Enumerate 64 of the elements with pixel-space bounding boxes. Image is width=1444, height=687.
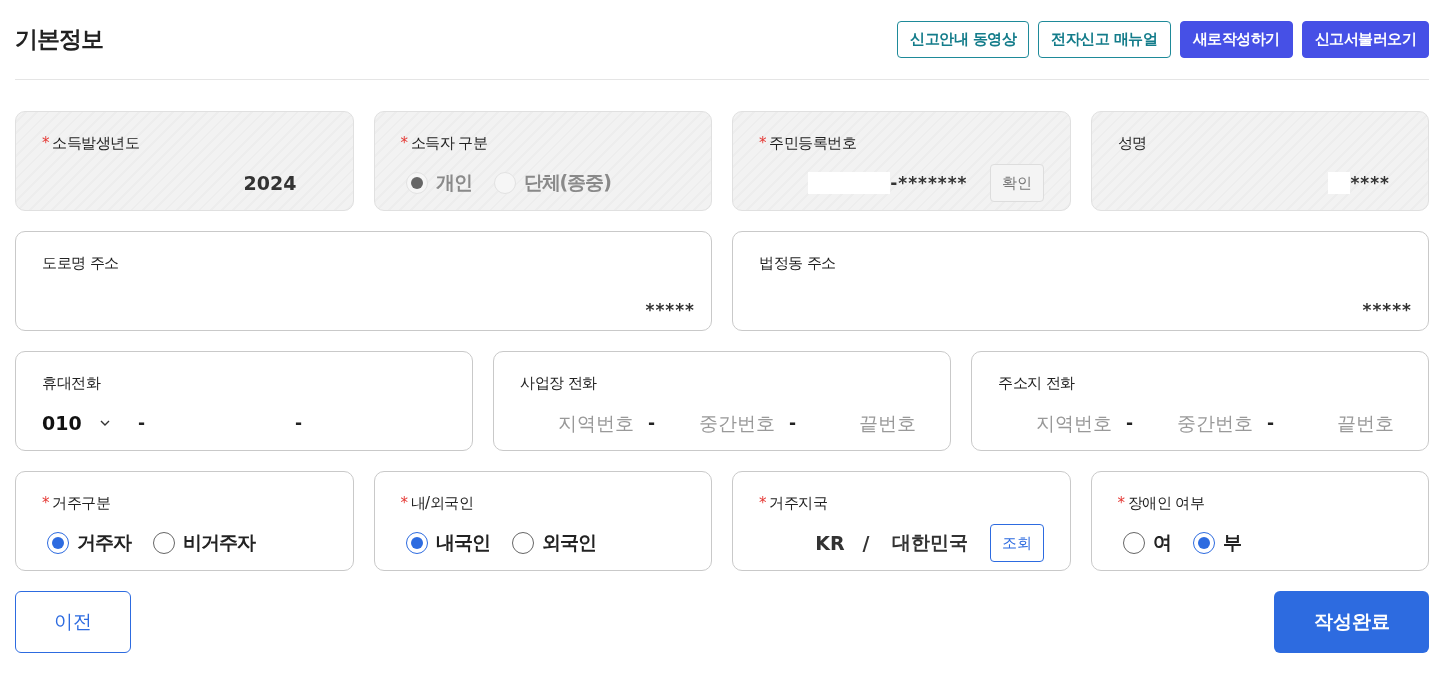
radio-label: 거주자 (77, 530, 131, 555)
field-label: 주민등록번호 (769, 133, 856, 153)
separator: - (294, 413, 304, 433)
country-name: 대한민국 (891, 530, 968, 555)
radio-button[interactable] (405, 532, 428, 554)
required-mark: * (759, 134, 766, 152)
field-value: 2024 (243, 172, 297, 194)
country-code: KR (815, 532, 845, 554)
required-mark: * (400, 134, 408, 152)
radio-button[interactable] (511, 532, 534, 554)
field-label: 내/외국인 (410, 493, 474, 513)
header-button[interactable]: 새로작성하기 (1179, 21, 1293, 58)
radio-label: 외국인 (541, 530, 596, 555)
phone-input[interactable]: 지역번호 (998, 412, 1120, 434)
previous-button[interactable]: 이전 (15, 591, 131, 653)
radio-label: 단체(종중) (523, 170, 611, 195)
radio-button[interactable] (1122, 532, 1145, 554)
phone-input[interactable]: 끝번호 (802, 412, 924, 434)
header-button[interactable]: 전자신고 매뉴얼 (1038, 21, 1171, 58)
field-label: 거주구분 (52, 493, 110, 513)
separator: - (1124, 413, 1134, 433)
required-mark: * (759, 494, 766, 512)
radio-button[interactable] (47, 532, 69, 554)
separator: - (137, 413, 147, 433)
required-mark: * (400, 494, 408, 512)
field-value: ***** (645, 300, 695, 320)
phone-input[interactable]: 지역번호 (520, 412, 642, 434)
submit-button[interactable]: 작성완료 (1274, 591, 1429, 653)
field-value: ***** (1362, 300, 1412, 320)
radio-button[interactable] (153, 532, 175, 554)
separator: - (646, 413, 656, 433)
field-value: -******* (890, 173, 968, 193)
chevron-down-icon (99, 419, 110, 427)
lookup-button[interactable]: 조회 (989, 524, 1044, 562)
field-label: 소득발생년도 (52, 133, 139, 153)
field-label: 성명 (1117, 133, 1147, 153)
phone-input[interactable]: 중간번호 (1139, 412, 1261, 434)
radio-button[interactable] (1192, 532, 1215, 554)
field-label: 소득자 구분 (410, 133, 488, 153)
field-label: 도로명 주소 (42, 253, 119, 273)
required-mark: * (1117, 494, 1125, 512)
field-label: 장애인 여부 (1127, 493, 1205, 513)
radio-label: 부 (1222, 530, 1241, 555)
field-label: 사업장 전화 (520, 373, 597, 393)
phone-input[interactable]: 끝번호 (1280, 412, 1402, 434)
radio-label: 여 (1152, 530, 1171, 555)
header-button[interactable]: 신고안내 동영상 (897, 21, 1030, 58)
radio-label: 비거주자 (183, 530, 255, 555)
phone-input[interactable]: 중간번호 (661, 412, 783, 434)
field-value: **** (1350, 173, 1390, 193)
header-button[interactable]: 신고서불러오기 (1301, 21, 1429, 58)
separator: - (787, 413, 798, 433)
required-mark: * (42, 494, 49, 512)
field-label: 휴대전화 (42, 373, 100, 393)
separator: / (862, 532, 870, 554)
radio-label: 내국인 (435, 530, 490, 555)
field-label: 법정동 주소 (759, 253, 836, 273)
radio-label: 개인 (435, 170, 472, 195)
field-label: 주소지 전화 (998, 373, 1075, 393)
area-code-select[interactable]: 010 (42, 412, 132, 434)
field-label: 거주지국 (769, 493, 827, 513)
separator: - (1265, 413, 1276, 433)
required-mark: * (42, 134, 49, 152)
page-title: 기본정보 (15, 25, 103, 54)
